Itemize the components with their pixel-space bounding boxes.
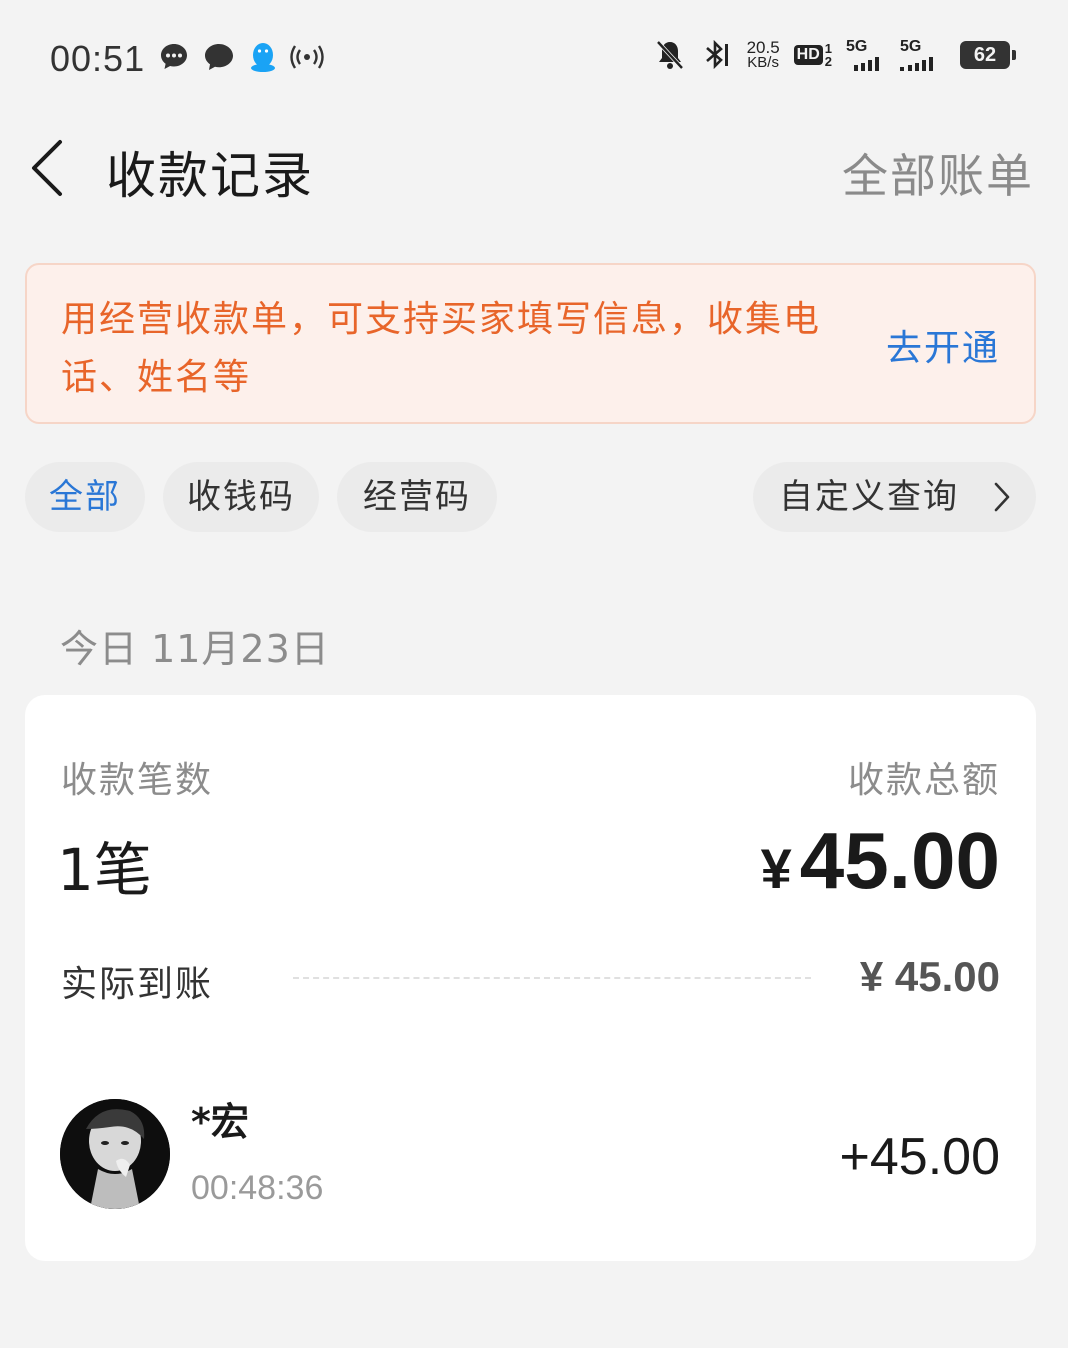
actual-received-value: ¥ 45.00 bbox=[859, 953, 1000, 1000]
signal-sim1: 5G bbox=[846, 39, 886, 71]
avatar bbox=[60, 1099, 170, 1209]
count-label: 收款笔数 bbox=[61, 760, 214, 801]
chevron-right-icon bbox=[994, 482, 1010, 512]
custom-query-label: 自定义查询 bbox=[779, 477, 959, 517]
payer-name: *宏 bbox=[191, 1100, 249, 1144]
summary-card: 收款笔数 收款总额 1笔 ¥45.00 实际到账 ¥ 45.00 *宏 00:4… bbox=[25, 695, 1036, 1261]
bluetooth-icon bbox=[705, 39, 728, 70]
network-speed-unit: KB/s bbox=[747, 54, 779, 71]
network-speed-value: 20.5 bbox=[746, 38, 780, 57]
network-speed: 20.5 KB/s bbox=[746, 38, 780, 71]
transaction-row[interactable]: *宏 00:48:36 +45.00 bbox=[25, 1075, 1036, 1225]
signal-bars-icon bbox=[854, 57, 879, 71]
promo-banner: 用经营收款单，可支持买家填写信息，收集电话、姓名等 去开通 bbox=[25, 263, 1036, 424]
back-button[interactable] bbox=[26, 136, 76, 200]
signal-bars-icon bbox=[900, 57, 933, 71]
transaction-amount: +45.00 bbox=[839, 1128, 1001, 1186]
filter-chip-payment-code[interactable]: 收钱码 bbox=[163, 462, 319, 532]
hd-label: HD bbox=[793, 45, 823, 65]
chat-bubble-icon bbox=[205, 44, 233, 70]
filter-chip-all[interactable]: 全部 bbox=[25, 462, 145, 532]
actual-received-label: 实际到账 bbox=[61, 964, 214, 1005]
total-label: 收款总额 bbox=[847, 760, 1000, 801]
all-bills-link[interactable]: 全部账单 bbox=[842, 140, 1034, 206]
currency-symbol: ¥ bbox=[760, 837, 792, 900]
filter-chip-business-code[interactable]: 经营码 bbox=[337, 462, 497, 532]
penguin-icon bbox=[251, 43, 275, 72]
page-title: 收款记录 bbox=[106, 147, 314, 205]
promo-banner-text: 用经营收款单，可支持买家填写信息，收集电话、姓名等 bbox=[61, 299, 822, 398]
hd-sim-bottom: 2 bbox=[824, 54, 832, 69]
total-value: ¥45.00 bbox=[761, 815, 1000, 907]
status-bar: 00:51 20.5 KB/s HD 1 2 5G 5G 62 bbox=[0, 0, 1068, 116]
filter-chips: 全部 收钱码 经营码 自定义查询 bbox=[25, 462, 1036, 532]
total-amount: 45.00 bbox=[799, 816, 1000, 905]
chat-bubble-dots-icon bbox=[161, 44, 187, 69]
status-left-icons bbox=[158, 40, 324, 74]
battery-indicator: 62 bbox=[960, 41, 1016, 69]
status-time: 00:51 bbox=[50, 38, 146, 79]
count-value: 1笔 bbox=[57, 836, 152, 904]
signal-sim2-label: 5G bbox=[900, 38, 922, 55]
broadcast-icon bbox=[290, 45, 324, 69]
date-label: 今日 11月23日 bbox=[60, 627, 330, 671]
activate-link[interactable]: 去开通 bbox=[886, 319, 1000, 371]
hd-voice-indicator: HD 1 2 bbox=[793, 42, 832, 69]
custom-query-button[interactable]: 自定义查询 bbox=[753, 462, 1036, 532]
transaction-time: 00:48:36 bbox=[191, 1169, 324, 1207]
dashed-divider bbox=[293, 977, 811, 979]
user-photo-icon bbox=[60, 1099, 170, 1209]
chevron-left-icon bbox=[32, 140, 62, 196]
signal-sim2: 5G bbox=[900, 39, 946, 71]
status-right-icons: 20.5 KB/s HD 1 2 5G 5G 62 bbox=[655, 38, 1016, 72]
bell-muted-icon bbox=[656, 40, 684, 70]
page: 00:51 20.5 KB/s HD 1 2 5G 5G 62 收款记录 全部账… bbox=[0, 0, 1068, 1348]
signal-sim1-label: 5G bbox=[846, 38, 868, 55]
